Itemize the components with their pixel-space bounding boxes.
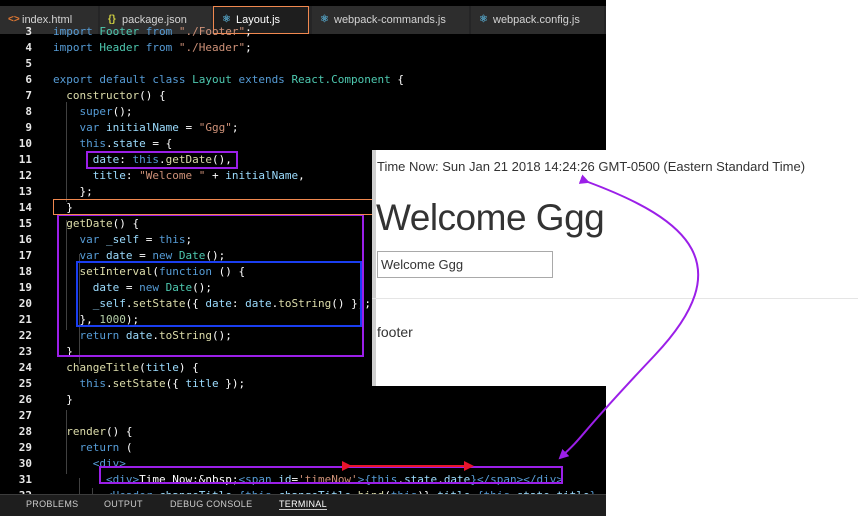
line-number: 23 — [18, 345, 32, 358]
page-title: Welcome Ggg — [376, 197, 605, 238]
code-line: 7 constructor() { — [0, 88, 606, 104]
line-number: 25 — [18, 377, 32, 390]
line-number: 10 — [18, 137, 32, 150]
line-code: title: "Welcome " + initialName, — [92, 169, 305, 182]
line-code: return ( — [79, 441, 133, 454]
panel-tab-bar: PROBLEMS OUTPUT DEBUG CONSOLE TERMINAL — [0, 494, 606, 516]
code-line: 8 super(); — [0, 104, 606, 120]
code-line: 27 — [0, 408, 606, 424]
code-line: 4 import Header from "./Header"; — [0, 40, 606, 56]
indent-guide — [66, 220, 67, 330]
line-code: } — [53, 345, 73, 358]
line-code: render() { — [66, 425, 133, 438]
browser-preview: Time Now: Sun Jan 21 2018 14:24:26 GMT-0… — [372, 150, 858, 386]
code-line: 30 <div> — [0, 456, 606, 472]
line-number: 7 — [25, 89, 32, 102]
line-code: date: this.getDate(), — [92, 153, 232, 166]
line-code: changeTitle(title) { — [66, 361, 199, 374]
line-number: 9 — [25, 121, 32, 134]
line-number: 31 — [18, 473, 32, 486]
line-code: this.setState({ title }); — [79, 377, 246, 390]
line-code: constructor() { — [66, 89, 166, 102]
line-number: 19 — [18, 281, 32, 294]
line-number: 26 — [18, 393, 32, 406]
panel-tab-terminal[interactable]: TERMINAL — [279, 499, 327, 510]
line-number: 6 — [25, 73, 32, 86]
line-number: 3 — [25, 25, 32, 38]
line-number: 16 — [18, 233, 32, 246]
line-code: import Header from "./Header"; — [53, 41, 252, 54]
line-number: 15 — [18, 217, 32, 230]
footer-text: footer — [377, 324, 413, 340]
line-code: }; — [53, 185, 93, 198]
code-line: 26 } — [0, 392, 606, 408]
indent-guide — [66, 410, 67, 474]
preview-edge — [372, 150, 376, 386]
line-number: 21 — [18, 313, 32, 326]
line-code: date = new Date(); — [92, 281, 212, 294]
code-line: 29 return ( — [0, 440, 606, 456]
line-number: 24 — [18, 361, 32, 374]
time-now-line: Time Now: Sun Jan 21 2018 14:24:26 GMT-0… — [377, 159, 805, 174]
line-number: 30 — [18, 457, 32, 470]
line-number: 4 — [25, 41, 32, 54]
line-number: 11 — [18, 153, 32, 166]
title-input[interactable] — [377, 251, 553, 278]
line-code: this.state = { — [79, 137, 173, 150]
line-code: } — [53, 201, 73, 214]
code-line: 3 import Footer from "./Footer"; — [0, 24, 606, 40]
line-number: 14 — [18, 201, 32, 214]
divider — [372, 298, 858, 299]
panel-tab-problems[interactable]: PROBLEMS — [26, 499, 78, 509]
line-number: 17 — [18, 249, 32, 262]
line-code: var _self = this; — [79, 233, 193, 246]
line-number: 13 — [18, 185, 32, 198]
line-code: } — [53, 393, 73, 406]
line-number: 27 — [18, 409, 32, 422]
panel-tab-output[interactable]: OUTPUT — [104, 499, 143, 509]
line-code: var initialName = "Ggg"; — [79, 121, 239, 134]
line-code: export default class Layout extends Reac… — [53, 73, 405, 86]
line-code: <div>Time Now:&nbsp;<span id='timeNow'>{… — [105, 473, 564, 486]
line-number: 22 — [18, 329, 32, 342]
time-now-value: Sun Jan 21 2018 14:24:26 GMT-0500 (Easte… — [442, 159, 806, 174]
line-number: 29 — [18, 441, 32, 454]
line-code: _self.setState({ date: date.toString() }… — [92, 297, 371, 310]
line-number: 12 — [18, 169, 32, 182]
time-now-label: Time Now: — [377, 159, 439, 174]
line-number: 28 — [18, 425, 32, 438]
line-code: super(); — [79, 105, 133, 118]
panel-tab-debug-console[interactable]: DEBUG CONSOLE — [170, 499, 252, 509]
code-line: 31 <div>Time Now:&nbsp;<span id='timeNow… — [0, 472, 606, 488]
line-number: 5 — [25, 57, 32, 70]
line-number: 8 — [25, 105, 32, 118]
line-code: import Footer from "./Footer"; — [53, 25, 252, 38]
indent-guide — [79, 254, 80, 364]
line-code: setInterval(function () { — [79, 265, 246, 278]
line-number: 18 — [18, 265, 32, 278]
line-number: 20 — [18, 297, 32, 310]
indent-guide — [66, 102, 67, 202]
code-line: 5 — [0, 56, 606, 72]
code-line: 6 export default class Layout extends Rea… — [0, 72, 606, 88]
line-code: <div> — [92, 457, 126, 470]
code-line: 28 render() { — [0, 424, 606, 440]
code-line: 9 var initialName = "Ggg"; — [0, 120, 606, 136]
